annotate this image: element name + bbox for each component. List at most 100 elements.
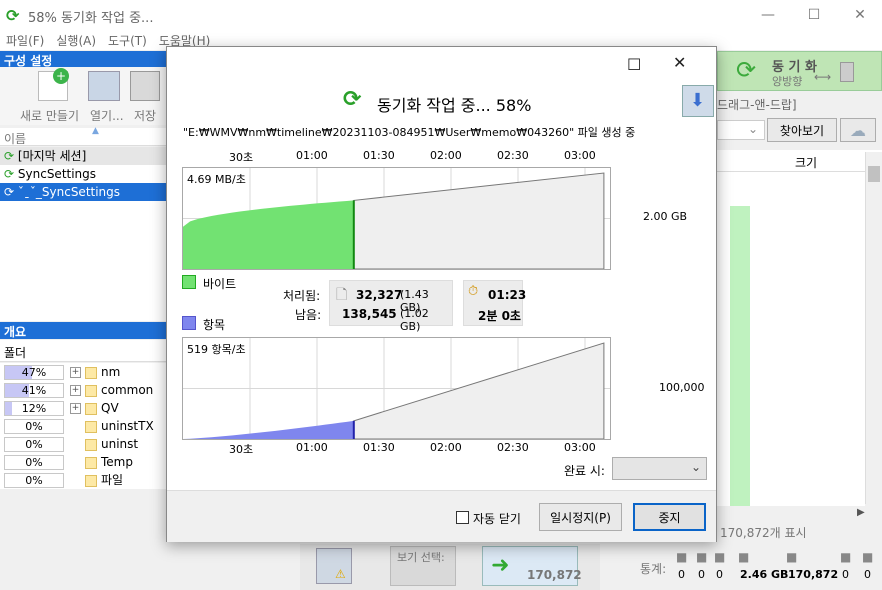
statistics-label: 통계: <box>640 562 667 576</box>
pause-button[interactable]: 일시정지(P) <box>539 503 622 531</box>
folder-name: QV <box>101 401 119 415</box>
stat-icon: ■ <box>862 550 874 564</box>
new-config-label[interactable]: 새로 만들기 <box>20 107 79 124</box>
stat-value: 170,872 <box>788 568 839 581</box>
folder-icon <box>85 438 97 451</box>
open-config-label[interactable]: 열기... <box>90 107 124 124</box>
new-config-icon[interactable]: + <box>38 68 69 101</box>
folder-icon <box>85 420 97 433</box>
cloud-icon[interactable]: ☁ <box>840 118 876 142</box>
folder-name: Temp <box>101 455 133 469</box>
maximize-button[interactable]: ☐ <box>791 0 837 30</box>
dialog-close-button[interactable]: ✕ <box>673 53 686 72</box>
config-toolbar: + 새로 만들기 열기... 저장 <box>0 67 166 125</box>
auto-close-checkbox[interactable] <box>456 511 469 524</box>
config-item-label: [마지막 세션] <box>17 149 87 163</box>
percentage-bar: 0% <box>4 419 64 434</box>
status-path: "E:₩WMV₩nm₩timeline₩20231103-084951₩User… <box>183 126 636 139</box>
dragdrop-hint: 드래그-앤-드랍] <box>717 98 797 112</box>
time-tick-label: 02:30 <box>497 441 529 454</box>
overview-row[interactable]: 12% + QV <box>0 399 166 417</box>
progress-dialog: ☐ ✕ ⟳ 동기화 작업 중... 58% ⬇ "E:₩WMV₩nm₩timel… <box>166 46 717 542</box>
expand-icon[interactable]: + <box>70 385 81 396</box>
config-item-label: ˇˍˇ_SyncSettings <box>17 185 121 199</box>
file-count-panel[interactable]: ➜ 170,872 <box>482 546 582 586</box>
percentage-bar: 41% <box>4 383 64 398</box>
sync-icon: ⟳ <box>736 56 757 84</box>
name-column-header[interactable]: 이름 <box>4 130 26 147</box>
bytes-total-label: 2.00 GB <box>643 210 688 223</box>
stopwatch-icon: ⏱ <box>468 284 479 299</box>
stop-button[interactable]: 중지 <box>633 503 706 531</box>
folder-column-header[interactable]: 폴더 <box>4 344 26 361</box>
menu-file[interactable]: 파일(F) <box>0 30 50 51</box>
overview-row[interactable]: 0% uninst <box>0 435 166 453</box>
horizontal-scrollbar[interactable]: ▶ <box>717 506 882 522</box>
remaining-size: (1.02 GB) <box>400 307 429 333</box>
folder-icon <box>85 384 97 397</box>
open-config-icon[interactable] <box>88 71 120 101</box>
stat-icon: ■ <box>714 550 726 564</box>
time-axis-bottom: 30초 01:00 01:30 02:00 02:30 03:00 <box>182 441 611 457</box>
database-icon <box>840 62 854 82</box>
file-list-header: 크기 <box>717 150 882 172</box>
overview-row[interactable]: 0% uninstTX <box>0 417 166 435</box>
folder-icon <box>85 366 97 379</box>
percentage-label: 0% <box>25 420 43 433</box>
size-column-header[interactable]: 크기 <box>795 154 817 171</box>
stat-icon: ■ <box>696 550 708 564</box>
config-item-syncsettings[interactable]: ⟳ SyncSettings <box>0 165 166 183</box>
save-config-icon[interactable] <box>130 71 160 101</box>
overview-row[interactable]: 0% 파일 <box>0 471 166 489</box>
processed-label: 처리됨: <box>283 289 321 303</box>
folder-dropdown[interactable]: ⌄ <box>717 120 765 140</box>
stat-icon: ■ <box>840 550 852 564</box>
chevron-down-icon: ⌄ <box>748 122 759 136</box>
shown-count: 170,872개 표시 <box>720 526 807 540</box>
items-total-label: 100,000 <box>659 381 705 394</box>
browse-button[interactable]: 찾아보기 <box>767 118 837 142</box>
minimize-to-tray-button[interactable]: ⬇ <box>682 85 714 117</box>
time-tick-label: 01:00 <box>296 441 328 454</box>
expand-icon <box>70 475 81 486</box>
config-list-header[interactable]: 이름 ▲ <box>0 126 166 147</box>
overview-row[interactable]: 41% + common <box>0 381 166 399</box>
on-complete-select[interactable]: ⌄ <box>612 457 707 480</box>
sync-icon: ⟳ <box>4 149 15 163</box>
series-area <box>183 200 354 269</box>
menu-tools[interactable]: 도구(T) <box>102 30 153 51</box>
folder-icon <box>85 402 97 415</box>
sync-start-button[interactable]: ⟳ 동 기 화 양방향 ⟷ <box>717 51 882 91</box>
expand-icon[interactable]: + <box>70 367 81 378</box>
dialog-maximize-button[interactable]: ☐ <box>627 55 641 74</box>
overview-row[interactable]: 47% + nm <box>0 363 166 381</box>
config-item-selected[interactable]: ⟳ ˇˍˇ_SyncSettings <box>0 183 166 201</box>
time-tick-label: 30초 <box>229 151 254 164</box>
percentage-bar: 0% <box>4 437 64 452</box>
create-arrow-icon: ➜ <box>491 553 510 578</box>
minimize-button[interactable]: — <box>745 0 791 30</box>
bytes-rate: 4.69 MB/초 <box>187 171 246 187</box>
menu-action[interactable]: 실행(A) <box>50 30 102 51</box>
stat-value: 0 <box>842 568 849 581</box>
stat-value: 0 <box>864 568 871 581</box>
time-stats-box: ⏱ 01:23 2분 0초 <box>463 280 527 326</box>
folder-name: nm <box>101 365 121 379</box>
dialog-title: 동기화 작업 중... 58% <box>377 96 532 115</box>
overview-panel-header: 개요 <box>0 322 166 339</box>
auto-close-label[interactable]: 자동 닫기 <box>473 510 521 527</box>
stat-value: 0 <box>716 568 723 581</box>
log-icon[interactable]: ⚠ <box>316 548 352 584</box>
close-window-button[interactable]: ✕ <box>837 0 882 30</box>
stat-icon: ■ <box>676 550 688 564</box>
vertical-scrollbar[interactable] <box>865 152 882 504</box>
percentage-label: 0% <box>25 438 43 451</box>
elapsed-time: 01:23 <box>488 288 527 302</box>
overview-row[interactable]: 0% Temp <box>0 453 166 471</box>
view-select-panel[interactable]: 보기 선택: <box>390 546 456 586</box>
remaining-time: 2분 0초 <box>478 309 521 323</box>
save-config-label[interactable]: 저장 <box>134 107 156 124</box>
expand-icon[interactable]: + <box>70 403 81 414</box>
sync-icon: ⟳ <box>4 167 15 181</box>
config-item-last-session[interactable]: ⟳ [마지막 세션] <box>0 147 166 165</box>
